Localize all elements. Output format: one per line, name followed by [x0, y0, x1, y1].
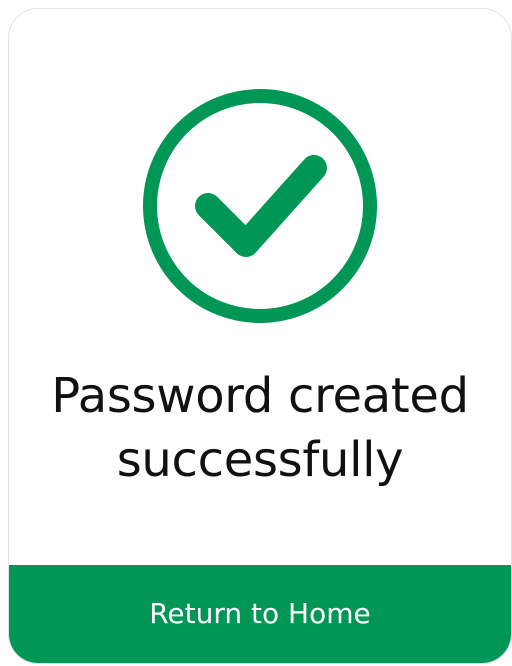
success-message-line-1: Password created	[51, 368, 469, 424]
return-home-button[interactable]: Return to Home	[9, 565, 511, 663]
success-card: Password created successfully Return to …	[8, 8, 512, 664]
success-icon-container	[9, 86, 511, 326]
success-message: Password created successfully	[9, 364, 511, 492]
check-circle-icon	[143, 89, 377, 323]
success-message-line-2: successfully	[116, 432, 404, 488]
